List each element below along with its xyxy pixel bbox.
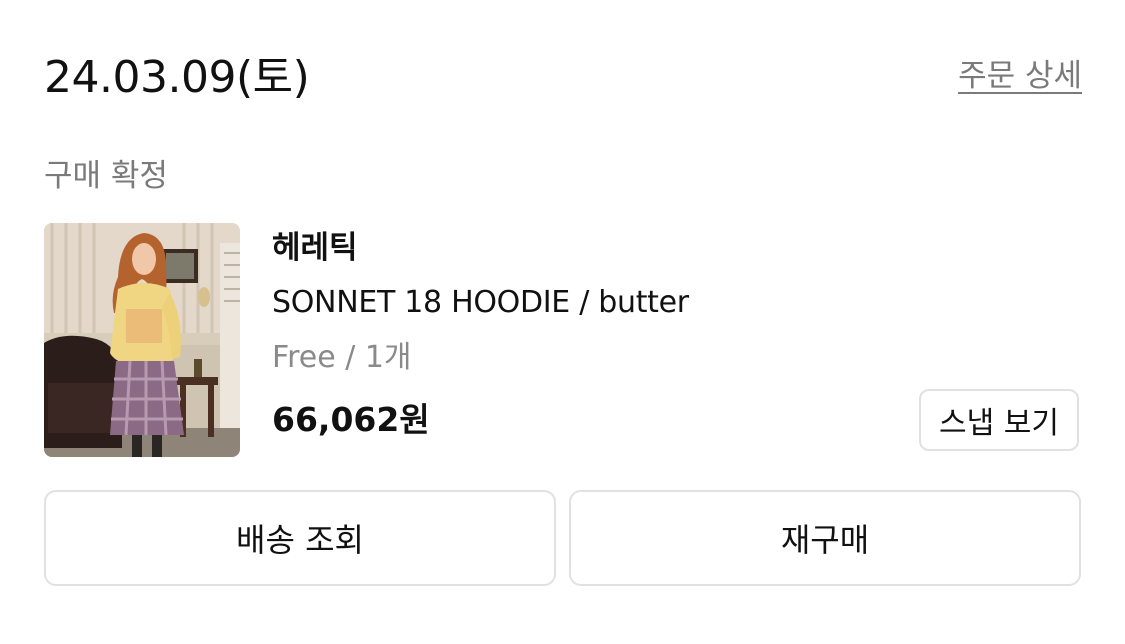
track-delivery-button[interactable]: 배송 조회 (44, 490, 556, 586)
product-thumbnail[interactable] (44, 223, 240, 457)
reorder-button[interactable]: 재구매 (569, 490, 1081, 586)
product-price: 66,062원 (272, 400, 430, 439)
order-detail-link[interactable]: 주문 상세 (958, 56, 1082, 96)
order-status: 구매 확정 (44, 158, 168, 194)
order-date: 24.03.09(토) (44, 52, 310, 103)
product-option: Free / 1개 (272, 340, 412, 375)
view-snap-button[interactable]: 스냅 보기 (919, 389, 1079, 451)
brand-name[interactable]: 헤레틱 (272, 228, 358, 268)
product-photo (44, 223, 240, 457)
product-name[interactable]: SONNET 18 HOODIE / butter (272, 283, 689, 323)
